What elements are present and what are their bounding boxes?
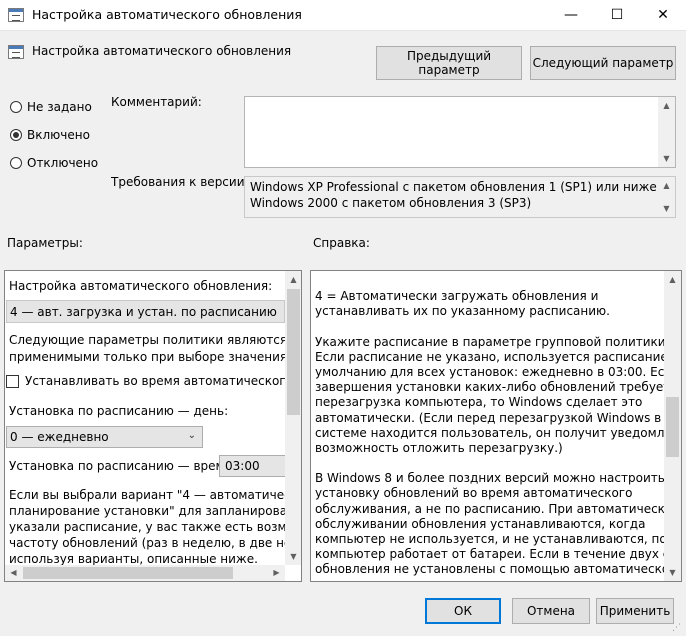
day-value: 0 — ежедневно [10,430,109,444]
help-vertical-scrollbar[interactable]: ▲ ▼ [664,271,681,581]
scroll-thumb[interactable] [23,567,233,579]
info-line: указали расписание, у вас также есть воз… [9,520,301,534]
options-horizontal-scrollbar[interactable]: ◀ ▶ [5,565,285,581]
options-heading: Параметры: [7,236,83,250]
help-line: устанавливать их по указанному расписани… [315,304,610,319]
options-panel: Настройка автоматического обновления: 4 … [4,270,302,582]
window-title: Настройка автоматического обновления [32,7,302,22]
policy-name: Настройка автоматического обновления [32,44,292,58]
options-vertical-scrollbar[interactable]: ▲ ▼ [285,271,301,565]
apply-button[interactable]: Применить [596,598,674,624]
resize-grip-icon[interactable]: ⋰ [672,622,684,634]
help-panel: 4 = Автоматически загружать обновления и… [310,270,682,582]
prev-setting-button[interactable]: Предыдущий параметр [376,46,522,80]
scroll-up-icon[interactable]: ▲ [664,271,681,288]
scroll-up-icon[interactable]: ▲ [285,271,301,288]
day-label: Установка по расписанию — день: [9,404,229,418]
info-line: планирование установки" для запланирован… [9,504,301,518]
ok-button[interactable]: ОК [425,598,501,624]
scroll-right-icon[interactable]: ▶ [268,565,285,581]
note-line: применимыми только при выборе значения 4… [9,350,302,364]
help-line: перезагрузка компьютера, то Windows сдел… [315,395,643,410]
not-configured-label: Не задано [27,100,92,114]
enabled-label: Включено [27,128,90,142]
help-line: компьютер не используется, и не устанавл… [315,532,682,546]
requirements-line: Windows 2000 с пакетом обновления 3 (SP3… [250,196,532,210]
scroll-left-icon[interactable]: ◀ [5,565,22,581]
help-line: обслуживании обновления устанавливаются,… [315,516,646,531]
help-line: установку обновлений во время автоматиче… [315,486,633,501]
cancel-button[interactable]: Отмена [512,598,590,624]
help-heading: Справка: [313,236,370,250]
help-line: автоматически. (Если перед перезагрузкой… [315,410,662,425]
minimize-button[interactable]: — [548,0,594,30]
maintenance-checkbox[interactable] [6,375,19,388]
scroll-down-icon[interactable]: ▼ [285,548,301,565]
day-combobox[interactable]: 0 — ежедневно ⌄ [6,426,203,448]
maintenance-checkbox-label: Устанавливать во время автоматического о… [25,374,301,388]
next-setting-button[interactable]: Следующий параметр [530,46,676,80]
help-line: 4 = Автоматически загружать обновления и [315,289,599,303]
info-line: частоту обновлений (раз в неделю, в две … [9,536,302,550]
note-line: Следующие параметры политики являются об… [9,333,302,347]
close-button[interactable]: ✕ [640,0,686,30]
not-configured-radio[interactable] [10,101,22,113]
info-line: Если вы выбрали вариант "4 — автоматичес… [9,488,302,502]
help-line [315,319,661,334]
help-line: завершения установки каких-либо обновлен… [315,380,682,395]
help-text: 4 = Автоматически загружать обновления и… [315,289,682,578]
policy-editor-icon [8,8,24,22]
scroll-up-icon[interactable]: ▲ [658,177,675,194]
configure-combobox[interactable]: 4 — авт. загрузка и устан. по расписанию [6,300,285,323]
help-line: обновления не установлены с помощью авто… [315,562,682,577]
requirements-label: Требования к версии: [111,175,249,189]
requirements-line: Windows XP Professional с пакетом обновл… [250,180,657,194]
chevron-down-icon[interactable]: ⌄ [188,430,196,441]
time-label: Установка по расписанию — время: [9,459,236,473]
configure-label: Настройка автоматического обновления: [9,279,273,293]
comment-textarea[interactable]: ▲ ▼ [244,96,676,168]
scroll-down-icon[interactable]: ▼ [658,150,675,167]
scroll-down-icon[interactable]: ▼ [658,200,675,217]
help-line: возможность отложить перезагрузку.) [315,440,563,455]
scroll-up-icon[interactable]: ▲ [658,97,675,114]
help-line: Укажите расписание в параметре групповой… [315,334,670,349]
time-value: 03:00 [225,459,260,473]
enabled-radio[interactable] [10,129,22,141]
disabled-radio[interactable] [10,157,22,169]
help-line: Если расписание не указано, используется… [315,349,682,364]
info-line: используя варианты, описанные ниже. [9,552,258,566]
help-line: умолчанию для всех установок: ежедневно … [315,364,682,379]
help-line: системе находится пользователь, он получ… [315,425,682,440]
comment-scrollbar[interactable]: ▲ ▼ [658,97,675,167]
title-bar: Настройка автоматического обновления — ☐… [0,0,686,31]
help-line [315,456,661,471]
help-line: В Windows 8 и более поздних версий можно… [315,471,665,486]
disabled-label: Отключено [27,156,99,170]
requirements-box: Windows XP Professional с пакетом обновл… [244,176,676,218]
configure-value: 4 — авт. загрузка и устан. по расписанию [10,305,277,319]
help-line: обслуживания, а не по расписанию. При ав… [315,501,682,516]
scroll-thumb[interactable] [666,397,679,457]
time-combobox[interactable]: 03:00 [219,455,289,477]
scroll-thumb[interactable] [287,289,300,415]
policy-setting-icon [8,45,24,59]
comment-label: Комментарий: [111,95,202,109]
requirements-scrollbar[interactable]: ▲ ▼ [658,177,675,217]
scroll-down-icon[interactable]: ▼ [664,564,681,581]
help-line: компьютер работает от батареи. Если в те… [315,547,682,562]
maximize-button[interactable]: ☐ [594,0,640,30]
